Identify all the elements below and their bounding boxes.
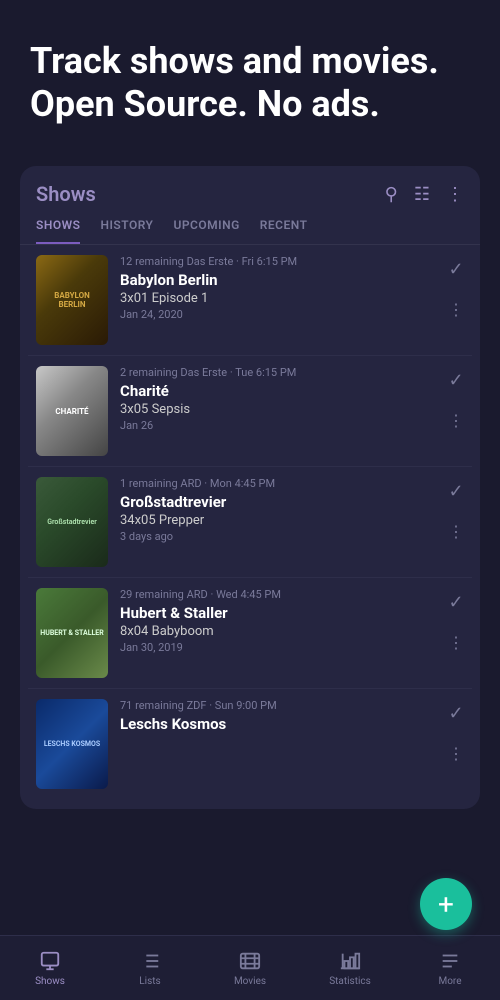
show-date: Jan 26 [120,419,440,432]
nav-label-more: More [438,976,461,987]
bottom-navigation: Shows Lists Movies Statis [0,935,500,1000]
show-actions: ✓ ⋮ [440,477,464,541]
show-poster-leschs: LESCHS KOSMOS [36,699,108,789]
show-meta: 2 remaining Das Erste · Tue 6:15 PM [120,366,440,379]
tab-shows[interactable]: SHOWS [36,218,80,244]
check-icon[interactable]: ✓ [448,481,463,502]
header-icons: ⚲ ☷ ⋮ [385,184,464,205]
check-icon[interactable]: ✓ [448,592,463,613]
card-header: Shows ⚲ ☷ ⋮ [20,166,480,206]
show-info-babylon: 12 remaining Das Erste · Fri 6:15 PM Bab… [120,255,440,321]
show-info-charite: 2 remaining Das Erste · Tue 6:15 PM Char… [120,366,440,432]
tab-upcoming[interactable]: UPCOMING [173,218,239,244]
show-poster-charite: CHARITÉ [36,366,108,456]
show-actions: ✓ ⋮ [440,366,464,430]
show-actions: ✓ ⋮ [440,699,464,763]
nav-label-lists: Lists [139,976,160,987]
item-overflow-icon[interactable]: ⋮ [448,633,464,652]
hero-section: Track shows and movies. Open Source. No … [0,0,500,156]
show-meta: 12 remaining Das Erste · Fri 6:15 PM [120,255,440,268]
check-icon[interactable]: ✓ [448,370,463,391]
nav-item-statistics[interactable]: Statistics [300,950,400,987]
list-item: HUBERT & STALLER 29 remaining ARD · Wed … [28,578,472,689]
overflow-menu-icon[interactable]: ⋮ [446,184,464,205]
list-item: BABYLON BERLIN 12 remaining Das Erste · … [28,245,472,356]
show-name: Großstadtrevier [120,493,440,511]
show-list: BABYLON BERLIN 12 remaining Das Erste · … [20,245,480,799]
tab-recent[interactable]: RECENT [260,218,308,244]
show-name: Leschs Kosmos [120,715,440,733]
check-icon[interactable]: ✓ [448,259,463,280]
show-episode: 34x05 Prepper [120,513,440,528]
item-overflow-icon[interactable]: ⋮ [448,411,464,430]
show-episode: 8x04 Babyboom [120,624,440,639]
show-actions: ✓ ⋮ [440,255,464,319]
show-info-leschs: 71 remaining ZDF · Sun 9:00 PM Leschs Ko… [120,699,440,735]
show-poster-grossstadt: Großstadtrevier [36,477,108,567]
item-overflow-icon[interactable]: ⋮ [448,300,464,319]
app-card: Shows ⚲ ☷ ⋮ SHOWS HISTORY UPCOMING RECEN… [20,166,480,809]
show-name: Babylon Berlin [120,271,440,289]
show-name: Charité [120,382,440,400]
nav-label-statistics: Statistics [329,976,371,987]
show-info-hubert: 29 remaining ARD · Wed 4:45 PM Hubert & … [120,588,440,654]
nav-item-more[interactable]: More [400,950,500,987]
show-meta: 1 remaining ARD · Mon 4:45 PM [120,477,440,490]
show-date: Jan 24, 2020 [120,308,440,321]
show-poster-babylon: BABYLON BERLIN [36,255,108,345]
nav-item-shows[interactable]: Shows [0,950,100,987]
item-overflow-icon[interactable]: ⋮ [448,522,464,541]
show-date: 3 days ago [120,530,440,543]
show-date: Jan 30, 2019 [120,641,440,654]
item-overflow-icon[interactable]: ⋮ [448,744,464,763]
show-episode: 3x01 Episode 1 [120,291,440,306]
filter-icon[interactable]: ☷ [414,184,430,205]
show-episode: 3x05 Sepsis [120,402,440,417]
list-item: LESCHS KOSMOS 71 remaining ZDF · Sun 9:0… [28,689,472,799]
add-button[interactable]: + [420,878,472,930]
check-icon[interactable]: ✓ [448,703,463,724]
tabs-bar: SHOWS HISTORY UPCOMING RECENT [20,206,480,245]
card-title: Shows [36,182,96,206]
list-item: Großstadtrevier 1 remaining ARD · Mon 4:… [28,467,472,578]
show-poster-hubert: HUBERT & STALLER [36,588,108,678]
show-meta: 71 remaining ZDF · Sun 9:00 PM [120,699,440,712]
nav-label-shows: Shows [35,976,65,987]
search-icon[interactable]: ⚲ [385,184,398,205]
tab-history[interactable]: HISTORY [100,218,153,244]
nav-item-lists[interactable]: Lists [100,950,200,987]
hero-title: Track shows and movies. Open Source. No … [30,40,470,126]
show-meta: 29 remaining ARD · Wed 4:45 PM [120,588,440,601]
show-name: Hubert & Staller [120,604,440,622]
nav-item-movies[interactable]: Movies [200,950,300,987]
list-item: CHARITÉ 2 remaining Das Erste · Tue 6:15… [28,356,472,467]
show-info-grossstadt: 1 remaining ARD · Mon 4:45 PM Großstadtr… [120,477,440,543]
nav-label-movies: Movies [234,976,266,987]
show-actions: ✓ ⋮ [440,588,464,652]
